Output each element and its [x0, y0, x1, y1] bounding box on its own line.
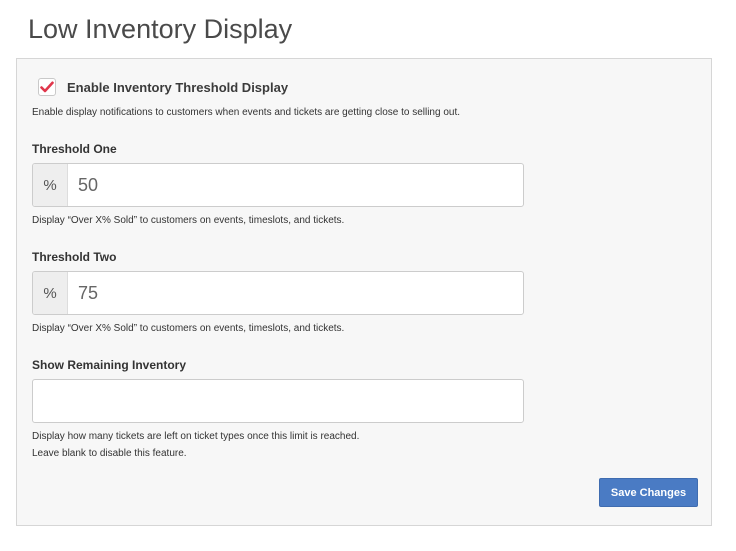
- enable-threshold-help: Enable display notifications to customer…: [32, 107, 461, 118]
- percent-addon: %: [33, 272, 68, 314]
- enable-threshold-row: Enable Inventory Threshold Display: [38, 78, 288, 96]
- threshold-two-input[interactable]: [68, 272, 523, 314]
- settings-panel: Enable Inventory Threshold Display Enabl…: [16, 58, 712, 526]
- threshold-one-label: Threshold One: [32, 142, 117, 156]
- threshold-one-input[interactable]: [68, 164, 523, 206]
- enable-threshold-checkbox[interactable]: [38, 78, 56, 96]
- threshold-two-label: Threshold Two: [32, 250, 117, 264]
- remaining-inventory-label: Show Remaining Inventory: [32, 358, 187, 372]
- checkmark-icon: [40, 81, 54, 93]
- page-title: Low Inventory Display: [28, 14, 293, 44]
- threshold-two-input-group: %: [32, 271, 524, 315]
- threshold-two-help: Display “Over X% Sold” to customers on e…: [32, 323, 345, 334]
- remaining-inventory-help-2: Leave blank to disable this feature.: [32, 448, 187, 459]
- remaining-inventory-help-1: Display how many tickets are left on tic…: [32, 431, 360, 442]
- remaining-inventory-input[interactable]: [32, 379, 524, 423]
- threshold-one-input-group: %: [32, 163, 524, 207]
- enable-threshold-label[interactable]: Enable Inventory Threshold Display: [67, 80, 288, 95]
- threshold-one-help: Display “Over X% Sold” to customers on e…: [32, 215, 345, 226]
- save-changes-button[interactable]: Save Changes: [599, 478, 698, 507]
- percent-addon: %: [33, 164, 68, 206]
